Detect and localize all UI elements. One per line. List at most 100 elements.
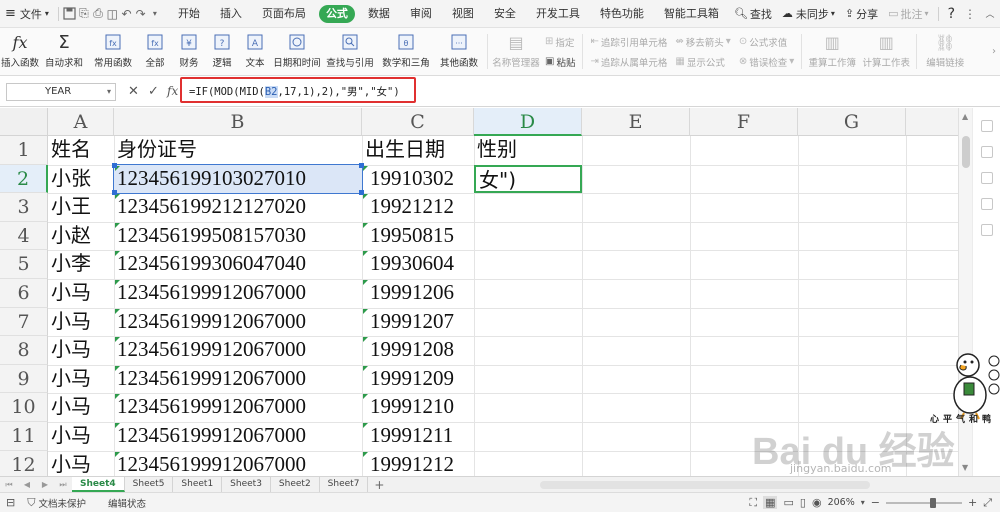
cell-b1[interactable]: 身份证号 — [114, 136, 362, 165]
column-header-c[interactable]: C — [362, 108, 474, 136]
cell-b2[interactable]: 123456199103027010 — [113, 163, 363, 195]
tab-10[interactable]: 特色功能 — [590, 0, 654, 28]
zoom-in-icon[interactable]: + — [968, 496, 977, 509]
zoom-level[interactable]: 206% — [828, 497, 855, 508]
cell-b4[interactable]: 123456199508157030 — [114, 222, 362, 251]
horizontal-scrollbar[interactable] — [540, 480, 871, 489]
status-settings-icon[interactable]: ⊟ — [0, 496, 21, 509]
column-header-a[interactable]: A — [48, 108, 114, 136]
cell-b10[interactable]: 123456199912067000 — [114, 393, 362, 422]
error-check-button[interactable]: ⊗ 错误检查 ▾ — [739, 55, 794, 69]
eye-protection-icon[interactable]: ◉ — [812, 496, 822, 509]
cell-a9[interactable]: 小马 — [48, 365, 114, 394]
cell-a4[interactable]: 小赵 — [48, 222, 114, 251]
side-tool-icon[interactable] — [981, 198, 993, 210]
cell-d4[interactable] — [474, 222, 582, 251]
confirm-icon[interactable]: ✓ — [148, 84, 159, 99]
side-tool-icon[interactable] — [981, 224, 993, 236]
cell-c12[interactable]: 19991212 — [362, 451, 474, 476]
select-all-corner[interactable] — [0, 108, 48, 136]
sheet-tab[interactable]: Sheet5 — [125, 477, 174, 492]
common-functions-button[interactable]: fx 常用函数 — [88, 28, 138, 76]
cell-b6[interactable]: 123456199912067000 — [114, 279, 362, 308]
cell-d1[interactable]: 性别 — [474, 136, 582, 165]
cell-d8[interactable] — [474, 336, 582, 365]
cell-b11[interactable]: 123456199912067000 — [114, 422, 362, 451]
sheet-tab[interactable]: Sheet2 — [271, 477, 320, 492]
column-header-overflow[interactable] — [906, 108, 958, 136]
row-header[interactable]: 10 — [0, 393, 48, 422]
cell-c3[interactable]: 19921212 — [362, 193, 474, 222]
side-tool-icon[interactable] — [981, 120, 993, 132]
print-preview-icon[interactable]: ◫ — [105, 4, 119, 24]
zoom-slider[interactable] — [885, 497, 962, 508]
cell-a2[interactable]: 小张 — [48, 165, 114, 194]
help-button[interactable]: ? — [943, 3, 960, 25]
row-header[interactable]: 5 — [0, 250, 48, 279]
column-header-g[interactable]: G — [798, 108, 906, 136]
tab-11[interactable]: 智能工具箱 — [654, 0, 729, 28]
row-header[interactable]: 11 — [0, 422, 48, 451]
cell-d3[interactable] — [474, 193, 582, 222]
cell-c2[interactable]: 19910302 — [362, 165, 474, 194]
tab-7[interactable]: 视图 — [442, 0, 484, 28]
cell-c8[interactable]: 19991208 — [362, 336, 474, 365]
trace-precedents-button[interactable]: ⇤ 追踪引用单元格 — [590, 35, 667, 49]
cell-c9[interactable]: 19991209 — [362, 365, 474, 394]
column-header-f[interactable]: F — [690, 108, 798, 136]
page-layout-view-icon[interactable]: ▭ — [783, 496, 793, 509]
cell-c10[interactable]: 19991210 — [362, 393, 474, 422]
cell-d7[interactable] — [474, 308, 582, 337]
name-manager-button[interactable]: ▤ 名称管理器 — [491, 28, 541, 76]
insert-function-button[interactable]: fx 插入函数 — [0, 28, 40, 76]
cell-a6[interactable]: 小马 — [48, 279, 114, 308]
cell-d6[interactable] — [474, 279, 582, 308]
next-sheet-icon[interactable]: ▶ — [36, 480, 54, 489]
math-trig-button[interactable]: θ 数学和三角 — [378, 28, 434, 76]
prev-sheet-icon[interactable]: ◀ — [18, 480, 36, 489]
fullscreen-icon[interactable]: ⤢ — [983, 496, 992, 510]
row-header[interactable]: 8 — [0, 336, 48, 365]
recalc-workbook-button[interactable]: ▥ 重算工作簿 — [805, 28, 859, 76]
edit-links-button[interactable]: ⛓ 编辑链接 — [920, 28, 970, 76]
autosum-button[interactable]: Σ 自动求和 — [40, 28, 88, 76]
name-box[interactable]: YEAR ▾ — [6, 83, 116, 101]
cell-d12[interactable] — [474, 451, 582, 476]
cell-c6[interactable]: 19991206 — [362, 279, 474, 308]
row-header[interactable]: 4 — [0, 221, 48, 251]
cell-b5[interactable]: 123456199306047040 — [114, 250, 362, 279]
column-header-d[interactable]: D — [474, 108, 582, 136]
trace-dependents-button[interactable]: ⇥ 追踪从属单元格 — [590, 55, 667, 69]
other-functions-button[interactable]: ··· 其他函数 — [434, 28, 484, 76]
selection-handle[interactable] — [359, 162, 364, 168]
row-header[interactable]: 3 — [0, 193, 48, 222]
cell-d11[interactable] — [474, 422, 582, 451]
cell-b12[interactable]: 123456199912067000 — [114, 451, 362, 476]
cell-a10[interactable]: 小马 — [48, 393, 114, 422]
normal-view-icon[interactable]: ▦ — [763, 496, 778, 509]
search-button[interactable]: 🔍︎ 查找 — [729, 3, 777, 25]
export-icon[interactable]: ⎘ — [77, 4, 91, 24]
redo-icon[interactable]: ↷ — [134, 4, 148, 24]
selection-handle[interactable] — [112, 190, 117, 196]
column-header-b[interactable]: B — [114, 108, 362, 136]
scroll-up-icon[interactable]: ▲ — [962, 112, 968, 121]
text-functions-button[interactable]: A 文本 — [238, 28, 272, 76]
calc-sheet-button[interactable]: ▥ 计算工作表 — [859, 28, 913, 76]
undo-icon[interactable]: ↶ — [119, 4, 133, 24]
customize-dropdown-icon[interactable]: ▾ — [148, 4, 162, 24]
print-icon[interactable]: ⎙ — [91, 4, 105, 24]
row-header[interactable]: 7 — [0, 307, 48, 337]
sheet-tab[interactable]: Sheet4 — [72, 477, 125, 492]
logic-button[interactable]: ? 逻辑 — [206, 28, 238, 76]
cell-b7[interactable]: 123456199912067000 — [114, 308, 362, 337]
sheet-tab[interactable]: Sheet1 — [173, 477, 223, 492]
scrollbar-thumb[interactable] — [962, 136, 970, 168]
tab-9[interactable]: 开发工具 — [526, 0, 590, 28]
add-sheet-button[interactable]: + — [368, 478, 390, 492]
tab-3[interactable]: 页面布局 — [252, 0, 316, 28]
finance-button[interactable]: ¥ 财务 — [172, 28, 206, 76]
cell-a7[interactable]: 小马 — [48, 308, 114, 337]
file-menu-button[interactable]: ≡ 文件 ▾ — [0, 3, 54, 25]
more-icon[interactable]: ⋮ — [960, 4, 980, 24]
